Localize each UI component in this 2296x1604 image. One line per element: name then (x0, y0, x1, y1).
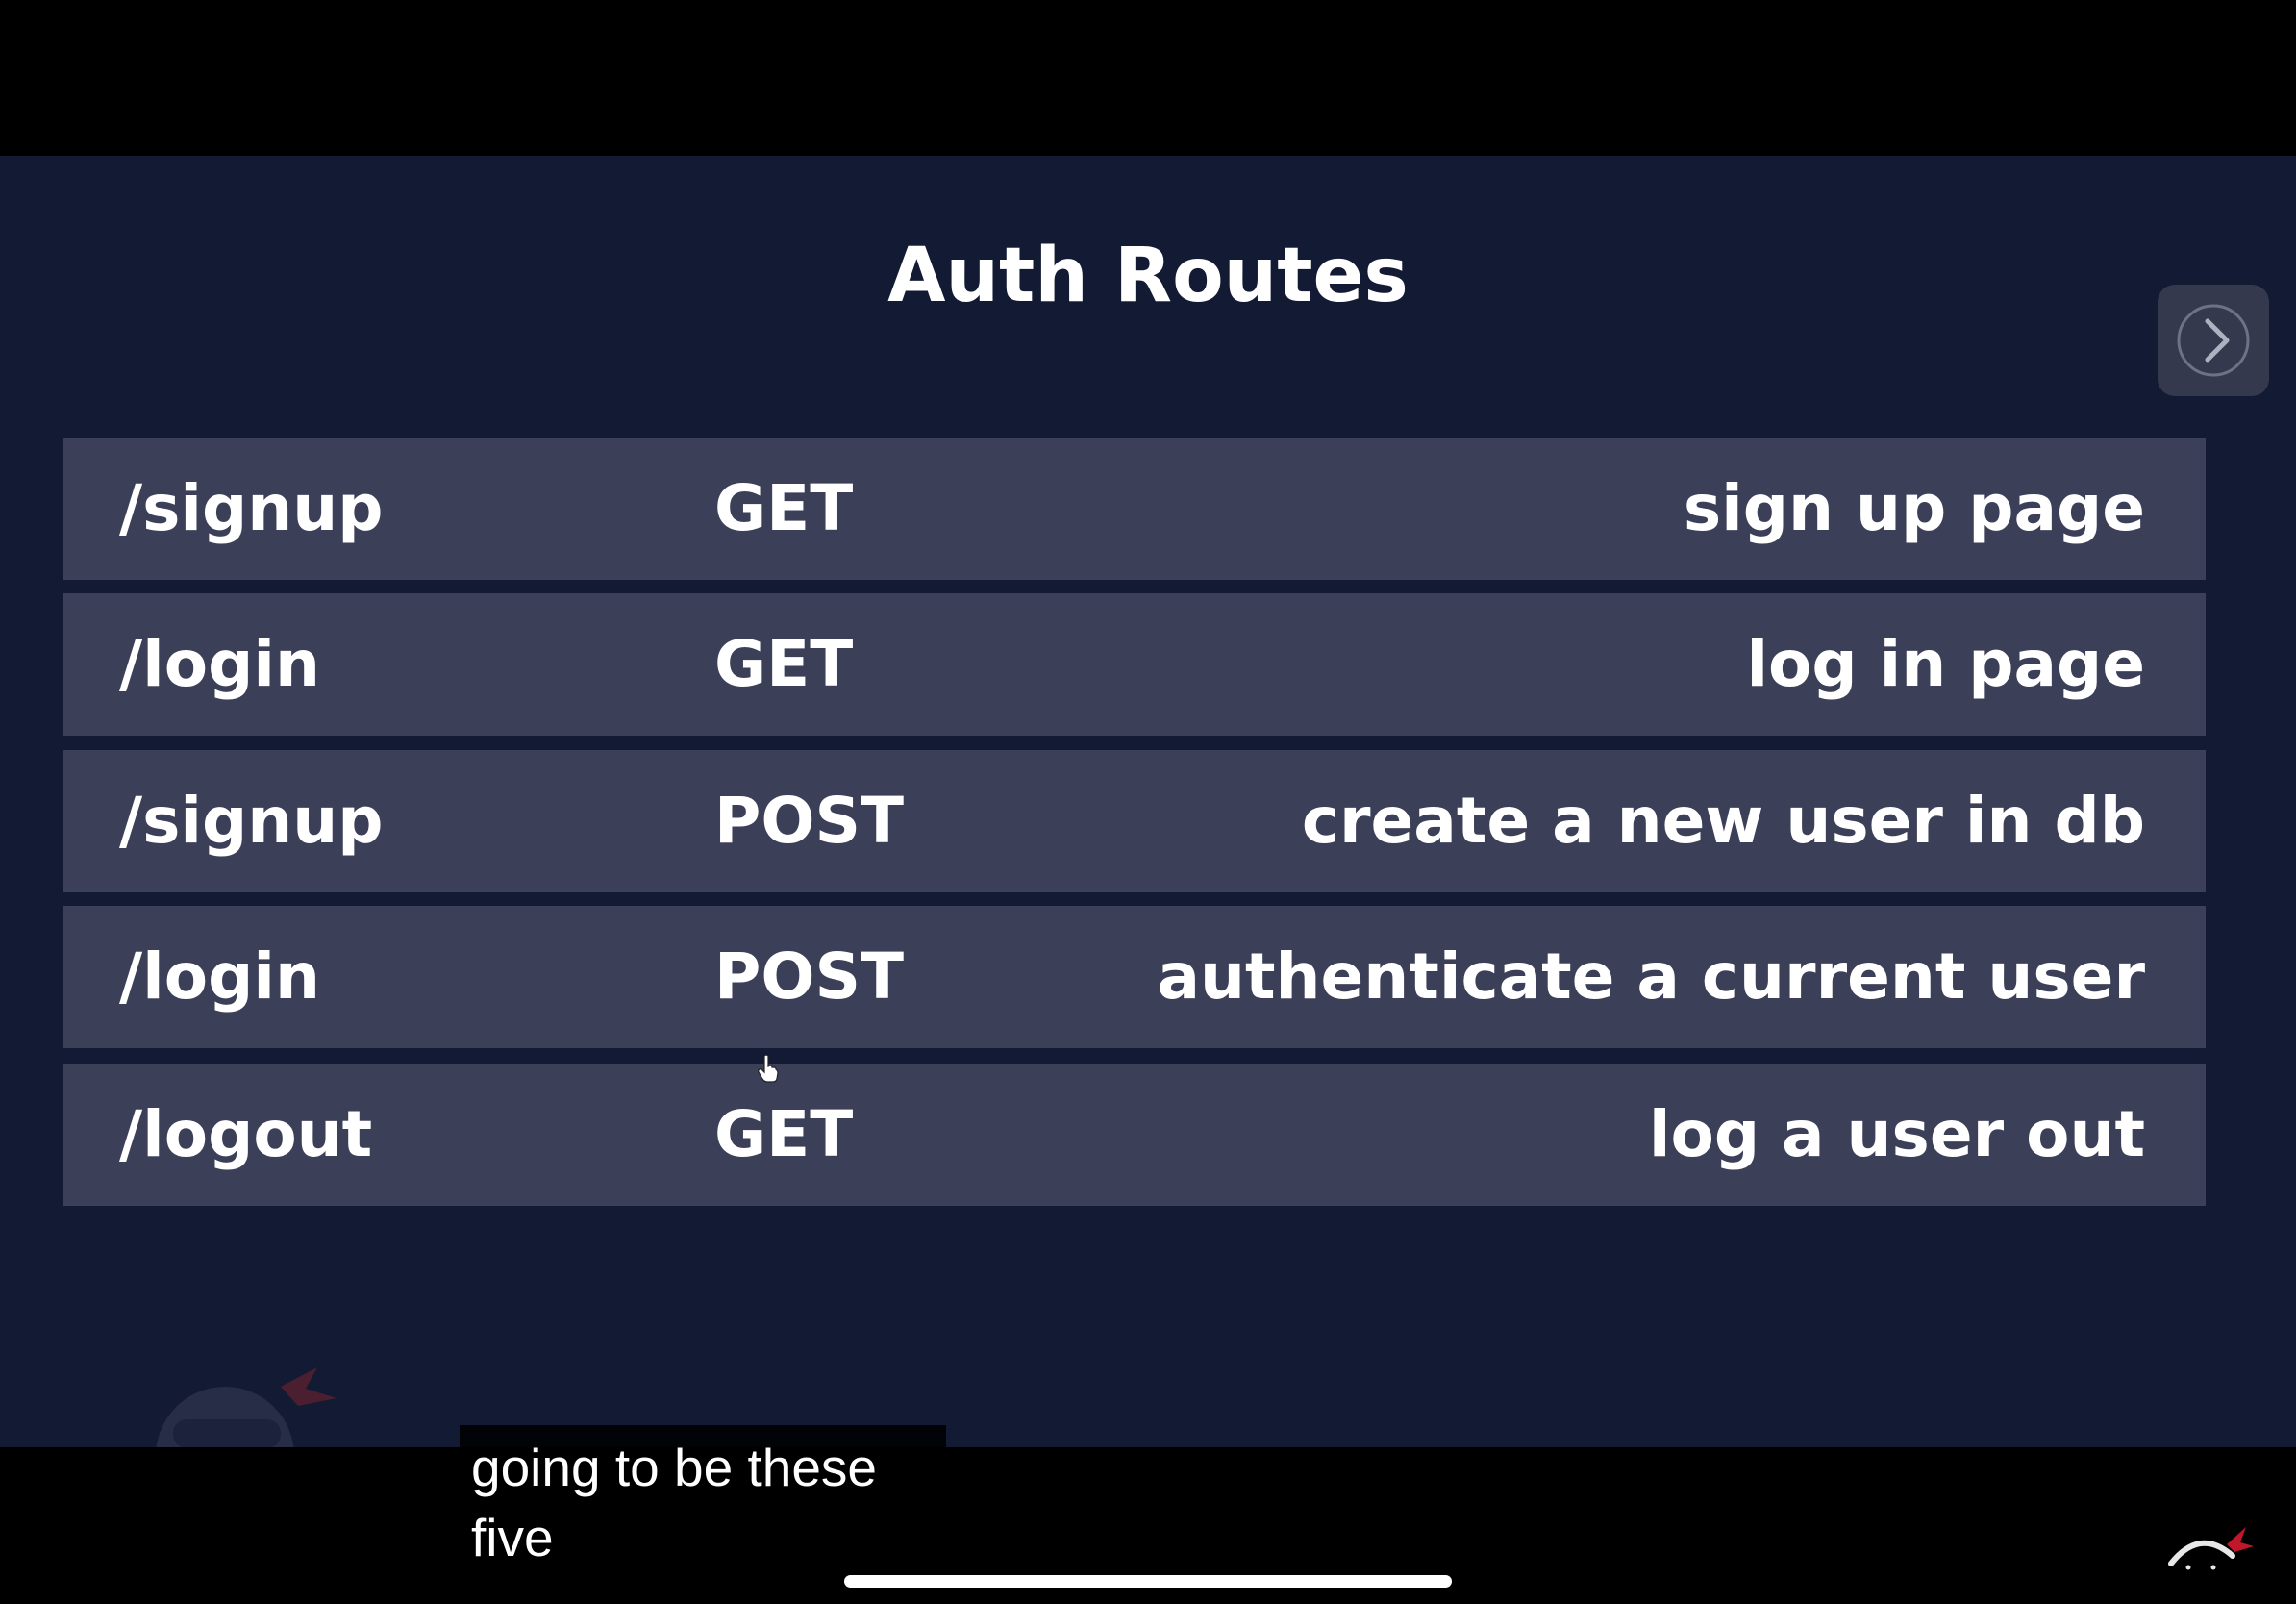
route-description: authenticate a current user (1157, 940, 2145, 1014)
video-top-letterbox (0, 0, 2296, 156)
next-slide-button[interactable] (2158, 285, 2269, 396)
chevron-right-icon (2177, 304, 2250, 377)
route-path: /login (119, 627, 320, 701)
route-path: /signup (119, 471, 384, 545)
route-description: sign up page (1683, 471, 2145, 545)
route-path: /login (119, 940, 320, 1014)
route-description: log in page (1746, 627, 2145, 701)
route-description: create a new user in db (1301, 784, 2145, 858)
route-method: POST (714, 940, 905, 1014)
route-row: /signup POST create a new user in db (63, 750, 2206, 892)
route-path: /signup (119, 784, 384, 858)
route-row: /login POST authenticate a current user (63, 906, 2206, 1048)
route-method: POST (714, 784, 905, 858)
ninja-mascot-icon (2168, 1527, 2254, 1570)
route-path: /logout (119, 1097, 373, 1171)
video-caption: going to be these five (460, 1425, 946, 1579)
slide-title: Auth Routes (887, 233, 1409, 319)
route-method: GET (714, 1097, 854, 1171)
presentation-slide: Auth Routes /signup GET sign up page /lo… (0, 156, 2296, 1447)
route-row: /signup GET sign up page (63, 438, 2206, 580)
ninja-mascot-icon (156, 1367, 337, 1447)
route-row: /logout GET log a user out (63, 1064, 2206, 1206)
route-description: log a user out (1648, 1097, 2145, 1171)
hand-pointer-icon (758, 1054, 779, 1083)
caption-line: five (471, 1508, 554, 1567)
route-method: GET (714, 471, 854, 545)
route-method: GET (714, 627, 854, 701)
home-indicator[interactable] (844, 1575, 1452, 1588)
route-row: /login GET log in page (63, 593, 2206, 736)
caption-line: going to be these (471, 1438, 878, 1497)
